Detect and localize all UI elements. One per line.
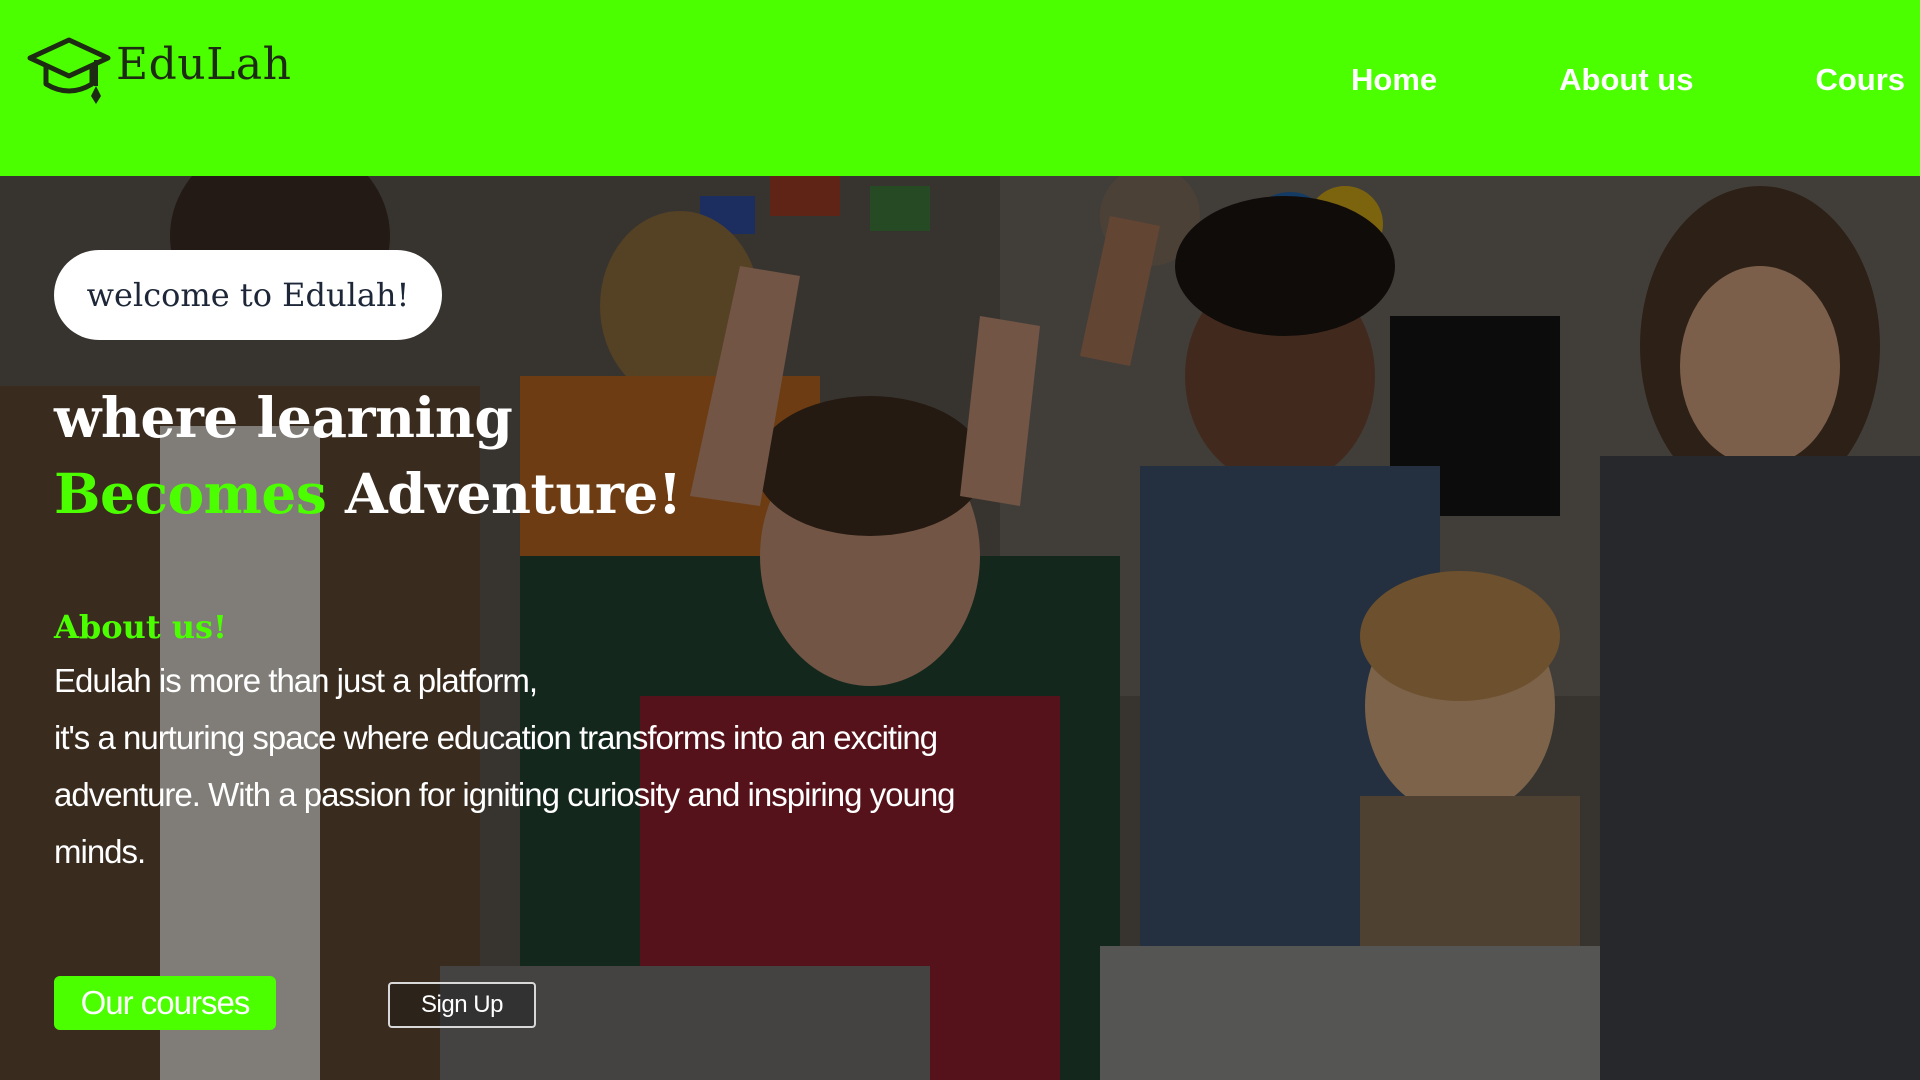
nav-courses[interactable]: Cours (1815, 62, 1905, 98)
about-title: About us! (54, 608, 228, 646)
brand-logo[interactable]: EduLah (26, 30, 291, 106)
our-courses-button[interactable]: Our courses (54, 976, 276, 1030)
hero-headline: where learning Becomes Adventure! (54, 380, 682, 532)
site-header: EduLah Home About us Cours (0, 0, 1920, 176)
graduation-cap-icon (27, 37, 111, 104)
headline-line-1: where learning (54, 385, 513, 450)
page: EduLah Home About us Cours welcome to Ed… (0, 0, 1920, 1080)
brand-name: EduLah (116, 38, 292, 90)
about-description: Edulah is more than just a platform, it'… (54, 652, 1234, 880)
main-nav: Home About us Cours (1351, 62, 1920, 98)
about-line: it's a nurturing space where education t… (54, 719, 938, 756)
nav-about-us[interactable]: About us (1559, 62, 1693, 98)
headline-accent: Becomes (54, 461, 327, 526)
about-line: minds. (54, 833, 146, 870)
nav-home[interactable]: Home (1351, 62, 1437, 98)
about-line: adventure. With a passion for igniting c… (54, 776, 956, 813)
about-line: Edulah is more than just a platform, (54, 662, 538, 699)
welcome-badge: welcome to Edulah! (54, 250, 442, 340)
headline-rest: Adventure! (326, 461, 682, 526)
sign-up-button[interactable]: Sign Up (388, 982, 536, 1028)
